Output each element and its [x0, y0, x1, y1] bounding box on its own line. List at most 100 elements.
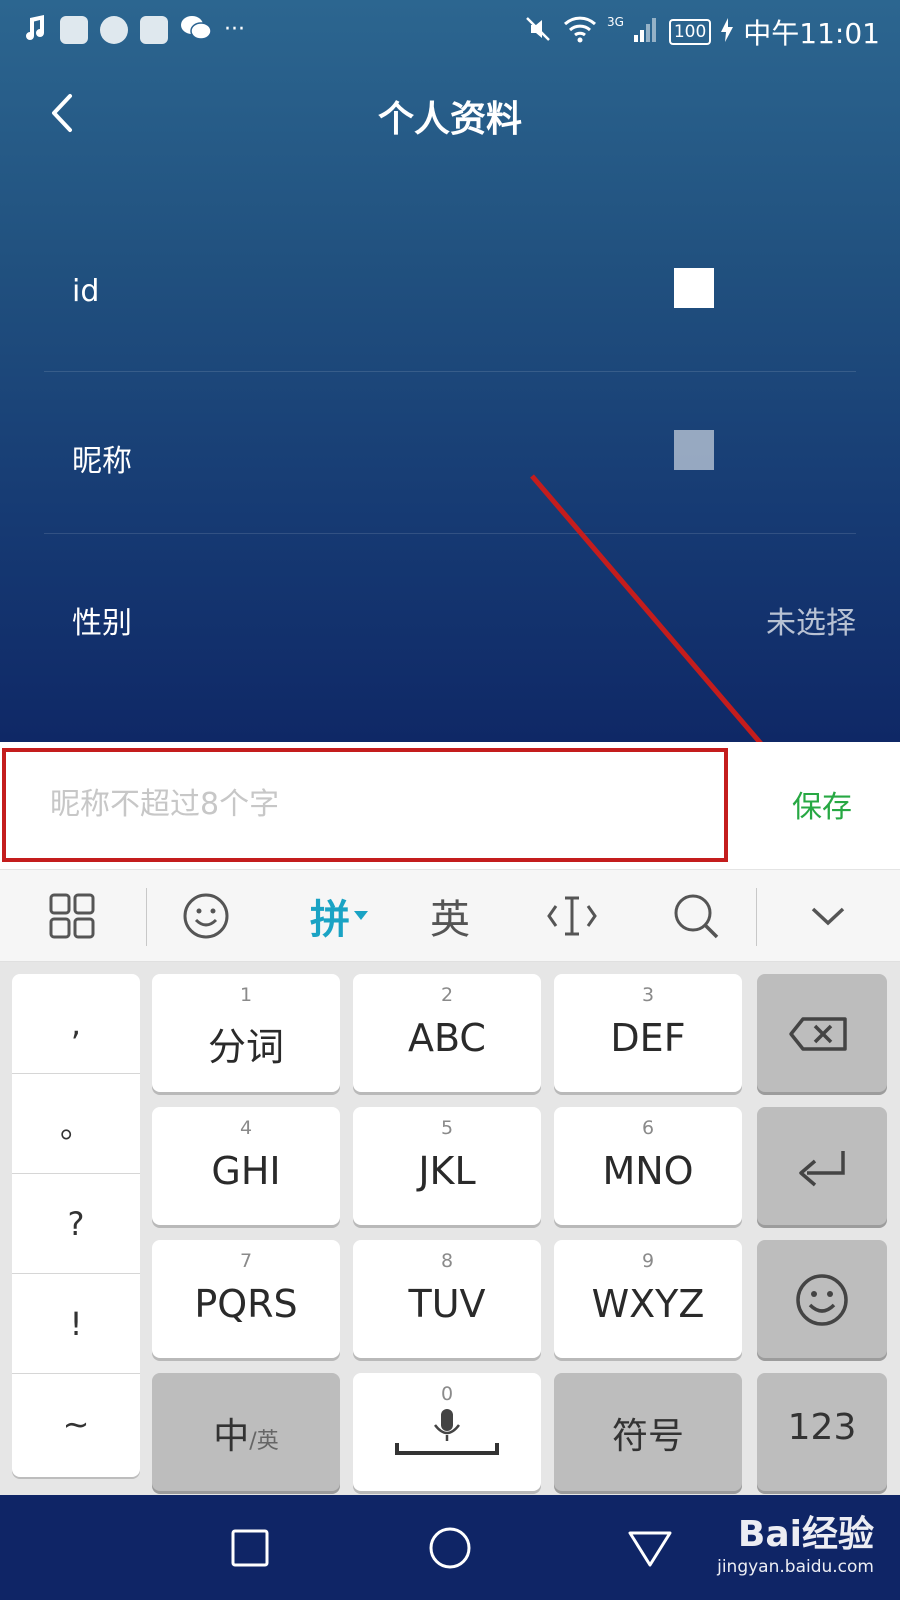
key-label: JKL [418, 1149, 476, 1193]
more-notifications-icon: ··· [224, 17, 245, 42]
punct-key[interactable]: , [12, 974, 140, 1074]
numbers-label: 123 [787, 1407, 857, 1448]
wifi-icon [563, 14, 597, 51]
dropdown-caret-icon [354, 911, 368, 920]
backspace-key[interactable] [757, 974, 887, 1092]
row-label: id [72, 274, 100, 309]
english-label: 英 [430, 897, 470, 943]
key-6[interactable]: 6 MNO [554, 1107, 742, 1225]
network-type: 3G [607, 14, 624, 29]
punct-key[interactable]: ? [12, 1174, 140, 1274]
gender-value: 未选择 [766, 606, 856, 641]
en-sublabel: /英 [249, 1429, 279, 1454]
message-icon [100, 16, 128, 44]
id-value-redacted [674, 268, 714, 308]
key-3[interactable]: 3 DEF [554, 974, 742, 1092]
symbols-label: 符号 [611, 1416, 684, 1457]
profile-row-gender[interactable]: 性别 未选择 [44, 534, 856, 696]
nickname-edit-bar: 保存 [0, 742, 900, 870]
wechat-icon [180, 14, 212, 46]
search-button[interactable] [656, 870, 736, 962]
toolbar-divider [146, 888, 147, 946]
numbers-key[interactable]: 123 [757, 1373, 887, 1491]
home-button[interactable] [425, 1523, 475, 1573]
voice-space-icon [395, 1409, 499, 1455]
signal-icon: 3G [607, 15, 659, 50]
key-1[interactable]: 1 分词 [152, 974, 340, 1092]
space-key[interactable]: 0 [353, 1373, 541, 1491]
key-label: DEF [610, 1016, 686, 1060]
english-mode-button[interactable]: 英 [410, 870, 490, 962]
zh-en-toggle-key[interactable]: 中/英 [152, 1373, 340, 1491]
cursor-move-button[interactable] [532, 870, 612, 962]
smiley-icon [183, 893, 229, 939]
key-label: 分词 [207, 1025, 284, 1069]
pinyin-mode-button[interactable]: 拼 [294, 870, 384, 962]
battery-level: 100 [668, 19, 712, 45]
enter-key[interactable] [757, 1107, 887, 1225]
notification-icons: ··· [22, 14, 245, 46]
key-number: 8 [440, 1250, 454, 1272]
key-number: 6 [641, 1117, 655, 1139]
watermark-url: jingyan.baidu.com [717, 1557, 874, 1577]
page-title: 个人资料 [377, 99, 522, 140]
profile-row-id[interactable]: id [44, 210, 856, 372]
profile-screen: ··· 3G 100 中午11:01 个人资料 id 昵称 性别 未选择 [0, 0, 900, 742]
zh-en-label: 中/英 [152, 1407, 340, 1459]
emoji-panel-button[interactable] [166, 870, 246, 962]
clock: 中午11:01 [743, 17, 880, 50]
key-number: 2 [440, 984, 454, 1006]
backspace-icon [789, 1017, 847, 1051]
key-8[interactable]: 8 TUV [353, 1240, 541, 1358]
key-number: 0 [440, 1383, 454, 1405]
punct-key[interactable]: ! [12, 1274, 140, 1374]
key-number: 7 [239, 1250, 253, 1272]
symbols-key[interactable]: 符号 [554, 1373, 742, 1491]
smiley-icon [796, 1274, 848, 1326]
search-icon [674, 894, 719, 939]
nickname-input-highlight [2, 748, 728, 862]
key-9[interactable]: 9 WXYZ [554, 1240, 742, 1358]
key-number: 5 [440, 1117, 454, 1139]
circle-icon [429, 1527, 471, 1569]
back-nav-button[interactable] [625, 1523, 675, 1573]
t9-keyboard: , 。 ? ! ~ 1 分词 2 ABC 3 DEF 4 GHI 5 JKL 6… [0, 962, 900, 1495]
key-7[interactable]: 7 PQRS [152, 1240, 340, 1358]
key-4[interactable]: 4 GHI [152, 1107, 340, 1225]
browser-icon [60, 16, 88, 44]
status-bar: ··· 3G 100 中午11:01 [0, 0, 900, 60]
key-2[interactable]: 2 ABC [353, 974, 541, 1092]
key-number: 1 [239, 984, 253, 1006]
punct-key[interactable]: ~ [12, 1374, 140, 1474]
save-button[interactable]: 保存 [792, 782, 852, 826]
profile-row-nickname[interactable]: 昵称 [44, 372, 856, 534]
key-label: GHI [211, 1149, 281, 1193]
key-label: WXYZ [591, 1282, 705, 1326]
key-label: TUV [408, 1282, 486, 1326]
chevron-down-icon [811, 907, 845, 926]
recents-button[interactable] [225, 1523, 275, 1573]
key-number: 4 [239, 1117, 253, 1139]
key-label: ABC [408, 1016, 486, 1060]
keyboard-menu-button[interactable] [30, 870, 114, 962]
row-label: 性别 [72, 606, 132, 641]
key-label: MNO [602, 1149, 694, 1193]
punct-key[interactable]: 。 [12, 1074, 140, 1174]
triangle-back-icon [628, 1531, 672, 1567]
keyboard-toolbar: 拼 英 [0, 870, 900, 962]
huawei-store-icon [140, 16, 168, 44]
charging-icon [721, 16, 734, 49]
system-nav-bar: Bai经验 jingyan.baidu.com [0, 1495, 900, 1600]
emoji-key[interactable] [757, 1240, 887, 1358]
key-number: 3 [641, 984, 655, 1006]
key-5[interactable]: 5 JKL [353, 1107, 541, 1225]
title-bar: 个人资料 [0, 80, 900, 150]
baidu-watermark: Bai经验 jingyan.baidu.com [717, 1505, 874, 1577]
enter-icon [799, 1151, 845, 1187]
key-label: PQRS [194, 1282, 298, 1326]
mute-icon [523, 14, 553, 51]
text-cursor-icon [547, 896, 597, 936]
row-label: 昵称 [72, 444, 132, 479]
hide-keyboard-button[interactable] [788, 870, 868, 962]
nickname-input[interactable] [50, 782, 670, 826]
